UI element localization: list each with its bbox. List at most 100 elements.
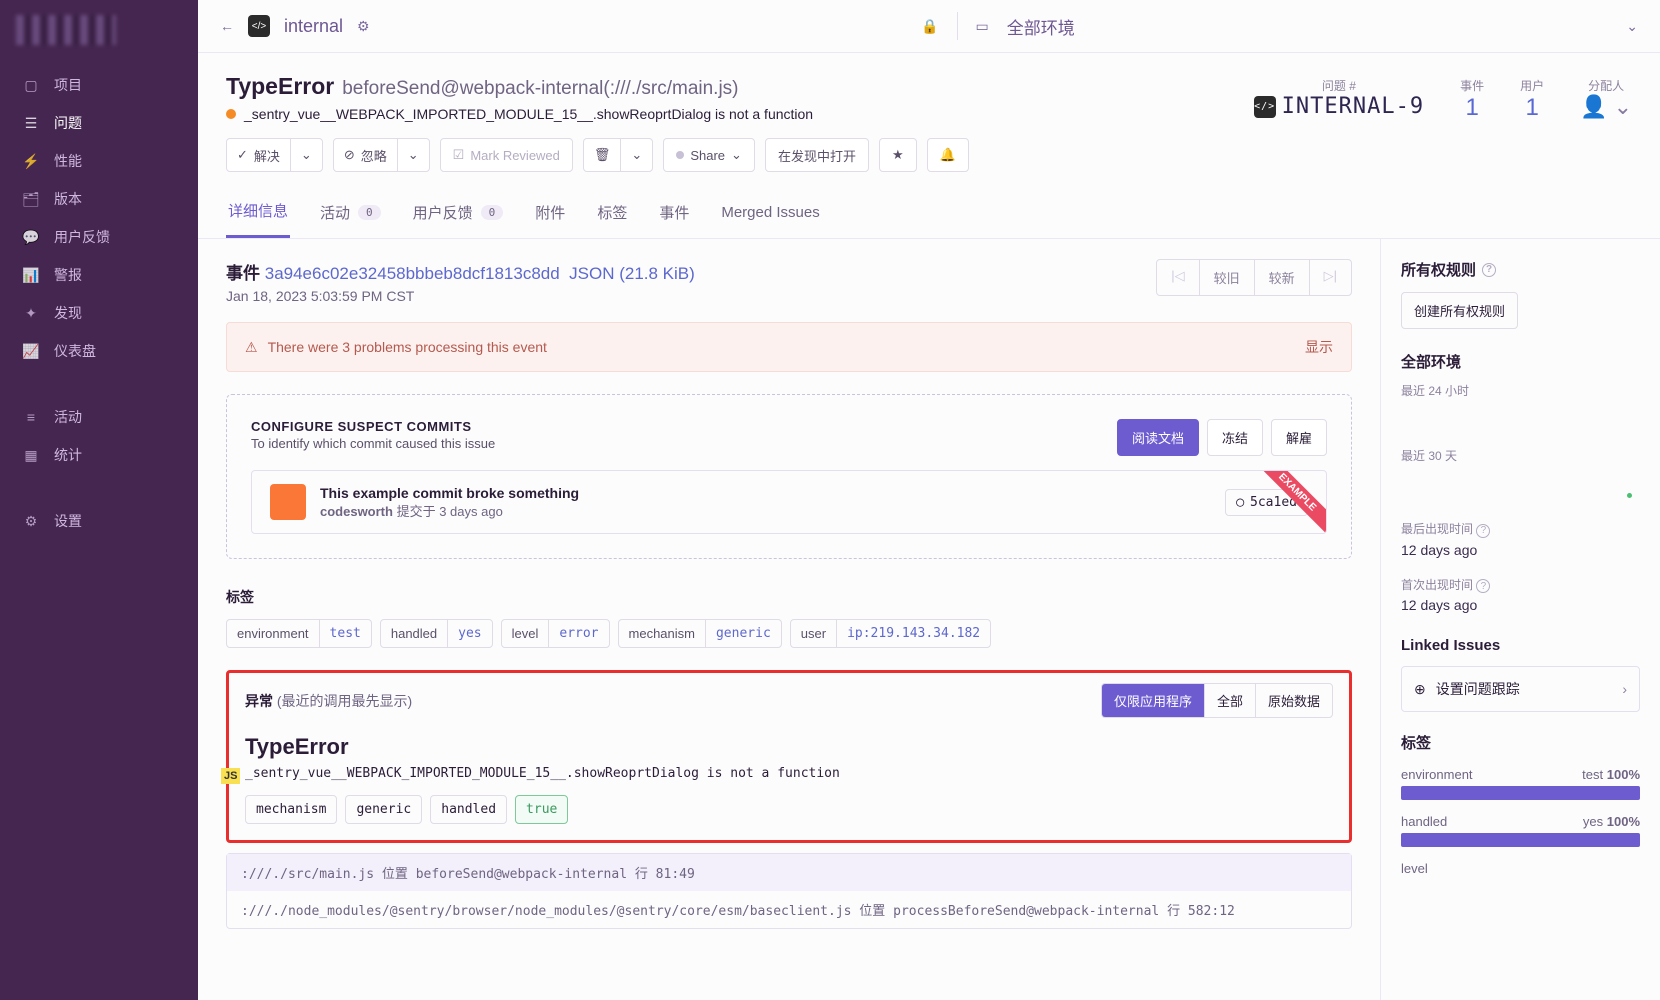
content: 事件 3a94e6c02e32458bbbeb8dcf1813c8dd JSON… — [198, 239, 1380, 1000]
tag-dist-level[interactable]: level — [1401, 861, 1640, 876]
tag-user[interactable]: userip:219.143.34.182 — [790, 619, 991, 648]
tag-mechanism[interactable]: mechanismgeneric — [618, 619, 782, 648]
gear-icon[interactable]: ⚙ — [357, 18, 370, 35]
tag-environment[interactable]: environmenttest — [226, 619, 372, 648]
filter-all[interactable]: 全部 — [1204, 684, 1255, 717]
filter-raw[interactable]: 原始数据 — [1255, 684, 1332, 717]
stack-frame[interactable]: :///./node_modules/@sentry/browser/node_… — [227, 891, 1351, 928]
stack-frame[interactable]: :///./src/main.js 位置 beforeSend@webpack-… — [227, 854, 1351, 891]
info-icon[interactable]: ? — [1482, 263, 1496, 277]
mech-pill: generic — [345, 795, 422, 824]
share-button[interactable]: Share ⌄ — [663, 138, 755, 172]
bookmark-button[interactable]: ★ — [879, 138, 917, 172]
event-json-link[interactable]: JSON (21.8 KiB) — [569, 264, 695, 283]
users-count[interactable]: 1 — [1520, 94, 1544, 122]
nav-icon: 💬 — [22, 229, 40, 246]
warning-show-button[interactable]: 显示 — [1305, 337, 1333, 357]
tags-heading: 标签 — [226, 587, 1352, 607]
nav-问题[interactable]: ☰问题 — [0, 104, 198, 142]
suspect-commits: CONFIGURE SUSPECT COMMITS To identify wh… — [226, 394, 1352, 559]
nav-first-button[interactable]: |◁ — [1157, 260, 1198, 295]
nav-newer-button[interactable]: 较新 — [1254, 260, 1309, 295]
nav-用户反馈[interactable]: 💬用户反馈 — [0, 218, 198, 256]
set-tracking-button[interactable]: ⊕ 设置问题跟踪 › — [1401, 666, 1640, 712]
exception-subtitle: (最近的调用最先显示) — [277, 693, 412, 709]
info-icon[interactable]: ? — [1476, 524, 1490, 538]
commit-rel-time: 提交于 3 days ago — [397, 504, 503, 519]
tag-level[interactable]: levelerror — [501, 619, 610, 648]
ignore-button[interactable]: ⊘ 忽略⌄ — [333, 138, 430, 172]
trash-icon: 🗑 — [584, 139, 621, 171]
environment-selector[interactable]: 全部环境 — [1007, 14, 1075, 39]
nav-icon: ▢ — [22, 77, 40, 94]
nav-仪表盘[interactable]: 📈仪表盘 — [0, 332, 198, 370]
first-seen-value: 12 days ago — [1401, 597, 1640, 613]
event-label: 事件 — [226, 264, 260, 283]
events-count[interactable]: 1 — [1460, 94, 1484, 122]
nav-版本[interactable]: 🗂版本 — [0, 180, 198, 218]
assignee-label: 分配人 — [1580, 77, 1632, 94]
info-icon[interactable]: ? — [1476, 579, 1490, 593]
nav-警报[interactable]: 📊警报 — [0, 256, 198, 294]
nav-设置[interactable]: ⚙设置 — [0, 502, 198, 540]
mark-reviewed-button[interactable]: ☑ Mark Reviewed — [440, 138, 573, 172]
issue-type: TypeError — [226, 73, 334, 100]
project-name[interactable]: internal — [284, 16, 343, 37]
warning-icon: ⚠ — [245, 339, 258, 356]
snooze-button[interactable]: 冻结 — [1207, 419, 1263, 456]
resolve-button[interactable]: ✓ 解决⌄ — [226, 138, 323, 172]
status-dot-icon — [226, 109, 236, 119]
right-sidebar: 所有权规则? 创建所有权规则 全部环境 最近 24 小时 最近 30 天 最后出… — [1380, 239, 1660, 1000]
issue-message: _sentry_vue__WEBPACK_IMPORTED_MODULE_15_… — [244, 106, 813, 122]
exception-message: _sentry_vue__WEBPACK_IMPORTED_MODULE_15_… — [245, 766, 1333, 781]
back-icon[interactable]: ← — [220, 18, 234, 34]
exception-type: TypeError — [245, 734, 1333, 760]
tab-events[interactable]: 事件 — [657, 190, 691, 238]
filter-app-only[interactable]: 仅限应用程序 — [1102, 684, 1204, 717]
chevron-down-icon: ⌄ — [620, 139, 652, 171]
chevron-down-icon: ⌄ — [1614, 94, 1632, 120]
create-rule-button[interactable]: 创建所有权规则 — [1401, 292, 1518, 329]
subscribe-button[interactable]: 🔔 — [927, 138, 969, 172]
nav-性能[interactable]: ⚡性能 — [0, 142, 198, 180]
tag-dist-environment[interactable]: environmenttest 100% — [1401, 767, 1640, 800]
nav-发现[interactable]: ✦发现 — [0, 294, 198, 332]
read-docs-button[interactable]: 阅读文档 — [1117, 419, 1199, 456]
delete-button[interactable]: 🗑⌄ — [583, 138, 653, 172]
event-id-link[interactable]: 3a94e6c02e32458bbbeb8dcf1813c8dd — [265, 264, 560, 283]
person-icon: 👤 — [1580, 94, 1607, 120]
tab-details[interactable]: 详细信息 — [226, 190, 290, 238]
tags-sidebar-heading: 标签 — [1401, 732, 1640, 753]
nav-last-button[interactable]: ▷| — [1309, 260, 1351, 295]
open-in-discover-button[interactable]: 在发现中打开 — [765, 138, 869, 172]
nav-icon: 📈 — [22, 343, 40, 360]
chevron-down-icon[interactable]: ⌄ — [1626, 18, 1638, 35]
issue-id[interactable]: INTERNAL-9 — [1282, 94, 1424, 119]
project-badge-icon: </> — [248, 15, 270, 37]
tab-attachments[interactable]: 附件 — [533, 190, 567, 238]
tab-tags[interactable]: 标签 — [595, 190, 629, 238]
nav-项目[interactable]: ▢项目 — [0, 66, 198, 104]
lock-icon[interactable]: 🔒 — [921, 18, 938, 35]
tag-dist-handled[interactable]: handledyes 100% — [1401, 814, 1640, 847]
warning-banner: ⚠ There were 3 problems processing this … — [226, 322, 1352, 372]
dismiss-button[interactable]: 解雇 — [1271, 419, 1327, 456]
tag-handled[interactable]: handledyes — [380, 619, 493, 648]
nav-统计[interactable]: ▦统计 — [0, 436, 198, 474]
nav-icon: ☰ — [22, 115, 40, 132]
commit-author: codesworth — [320, 504, 393, 519]
org-logo[interactable] — [0, 0, 198, 60]
nav-older-button[interactable]: 较旧 — [1199, 260, 1254, 295]
tracking-icon: ⊕ — [1414, 681, 1426, 698]
nav-活动[interactable]: ≡活动 — [0, 398, 198, 436]
tab-activity[interactable]: 活动0 — [318, 190, 383, 238]
github-icon: ◯ — [1236, 495, 1244, 510]
tab-merged[interactable]: Merged Issues — [719, 190, 821, 238]
tab-feedback[interactable]: 用户反馈0 — [411, 190, 506, 238]
topbar: ← </> internal ⚙ 🔒 ▭ 全部环境 ⌄ — [198, 0, 1660, 53]
last-seen-label: 最后出现时间 — [1401, 522, 1473, 536]
mech-pill: handled — [430, 795, 507, 824]
chevron-down-icon: ⌄ — [290, 139, 322, 171]
tag-bar — [1401, 833, 1640, 847]
assignee-selector[interactable]: 👤⌄ — [1580, 94, 1632, 120]
